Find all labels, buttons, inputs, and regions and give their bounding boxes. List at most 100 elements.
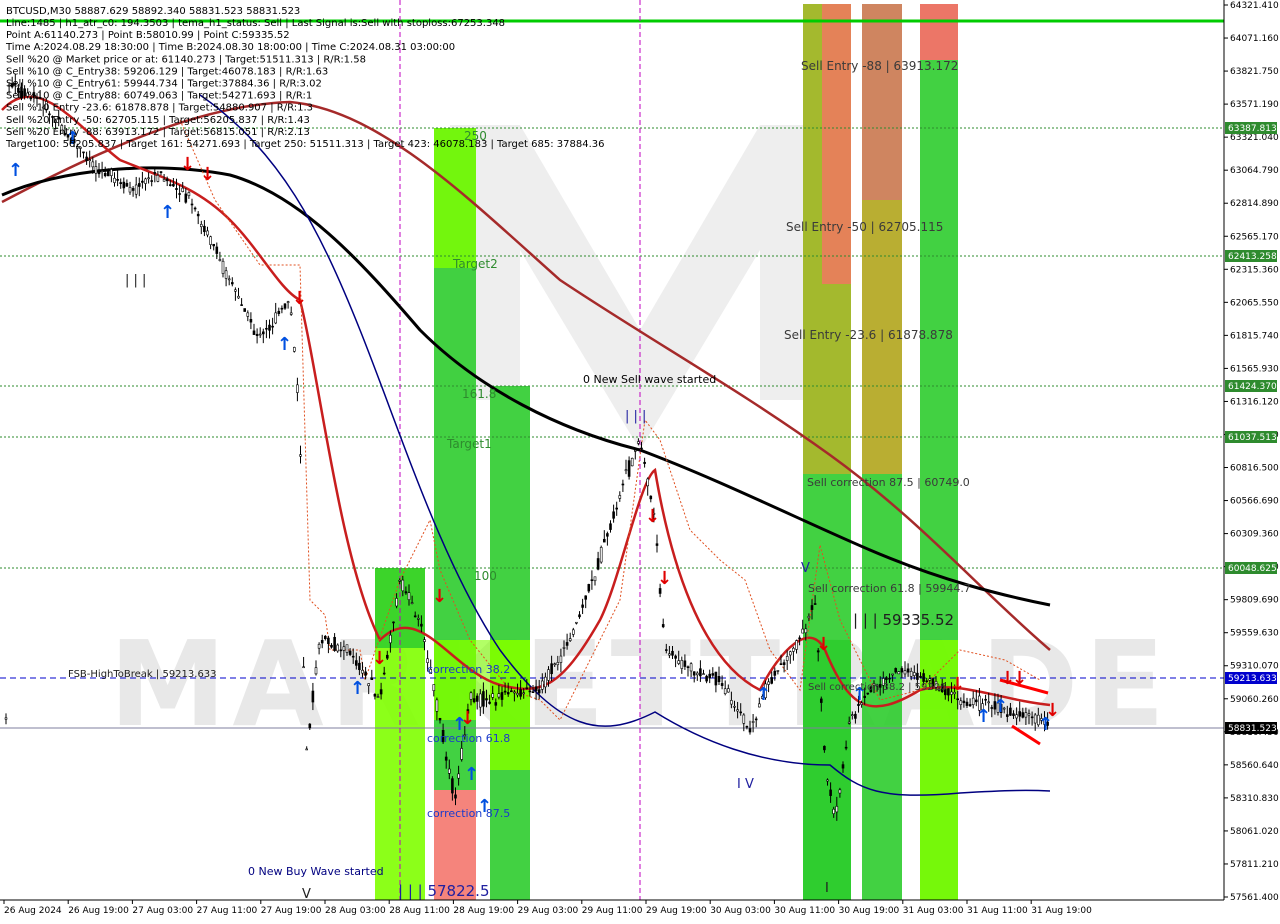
- candle-body: [835, 806, 839, 813]
- price-tick-label: 59310.070: [1230, 662, 1279, 672]
- info-line: Time A:2024.08.29 18:30:00 | Time B:2024…: [5, 42, 455, 53]
- candle-body: [469, 692, 473, 700]
- candle-body: [141, 180, 144, 183]
- candle-body: [398, 580, 402, 582]
- svg-text:↑: ↑: [756, 684, 771, 705]
- candle-body: [252, 330, 256, 335]
- candle-body: [181, 187, 184, 192]
- candle-body: [438, 717, 442, 721]
- candle-body: [103, 173, 107, 177]
- candle-body: [348, 650, 352, 655]
- time-tick-label: 28 Aug 11:00: [389, 906, 450, 916]
- candle-body: [413, 615, 417, 618]
- candle-body: [178, 193, 181, 195]
- badge-current-price: 58831.523: [1228, 724, 1277, 734]
- candle-body: [159, 171, 163, 173]
- candle-body: [807, 616, 811, 619]
- candle-body: [550, 663, 553, 675]
- candle-body: [506, 692, 510, 695]
- candle-body: [485, 698, 488, 701]
- candle-body: [581, 604, 584, 608]
- candle-body: [261, 331, 265, 335]
- chart-canvas[interactable]: MARKETTRADE ↑ ↑ ↑ ↓ ↓ ↑ ↓ ↑ ↓ ↓ ↑ ↑ ↑ ↓ …: [0, 0, 1280, 920]
- candle-body: [736, 709, 739, 712]
- candle-body: [928, 678, 932, 681]
- sell-correction-38-label: Sell correction 38.2 | 59206: [808, 682, 946, 693]
- candle-body: [503, 690, 507, 693]
- candle-body: [906, 668, 910, 673]
- badge-59213: 59213.633: [1228, 674, 1277, 684]
- candle-body: [959, 700, 963, 705]
- candle-body: [110, 169, 113, 176]
- svg-text:↓: ↓: [657, 568, 672, 589]
- candle-body: [785, 656, 789, 661]
- candle-body: [97, 169, 101, 175]
- candle-body: [454, 794, 457, 799]
- new-buy-wave-label: 0 New Buy Wave started: [248, 865, 384, 878]
- trading-chart[interactable]: MARKETTRADE ↑ ↑ ↑ ↓ ↓ ↑ ↓ ↑ ↓ ↓ ↑ ↑ ↑ ↓ …: [0, 0, 1280, 920]
- candle-body: [680, 660, 684, 669]
- candle-body: [150, 180, 153, 182]
- candle-body: [612, 511, 615, 519]
- candle-body: [702, 673, 705, 675]
- candle-body: [643, 461, 646, 464]
- candle-body: [156, 175, 160, 182]
- candle-body: [779, 663, 783, 665]
- candle-body: [556, 662, 560, 666]
- candle-body: [534, 686, 538, 692]
- candle-body: [984, 698, 987, 701]
- candle-body: [850, 714, 854, 716]
- candle-body: [389, 634, 392, 644]
- candle-body: [888, 677, 891, 680]
- time-tick-label: 30 Aug 19:00: [839, 906, 900, 916]
- time-tick-label: 28 Aug 19:00: [453, 906, 514, 916]
- candle-body: [854, 713, 857, 719]
- candle-body: [358, 662, 361, 671]
- candle-body: [296, 384, 299, 393]
- candle-body: [965, 701, 969, 706]
- candle-body: [646, 478, 650, 487]
- price-tick-label: 60309.360: [1230, 530, 1279, 540]
- candle-body: [215, 246, 219, 254]
- candle-body: [336, 644, 340, 652]
- candle-body: [723, 688, 727, 694]
- point-b-label: | | | 57822.5: [398, 882, 490, 900]
- time-tick-label: 29 Aug 11:00: [582, 906, 643, 916]
- candle-body: [798, 637, 801, 640]
- candle-body: [169, 184, 172, 186]
- candle-body: [866, 692, 870, 695]
- candle-body: [237, 295, 240, 299]
- wave-iv-label: I V: [737, 777, 754, 792]
- candle-body: [330, 644, 333, 648]
- candle-body: [823, 745, 826, 751]
- time-tick-label: 27 Aug 11:00: [197, 906, 258, 916]
- candle-body: [559, 655, 563, 663]
- svg-text:↓: ↓: [816, 634, 831, 655]
- candle-body: [829, 789, 832, 796]
- candle-body: [311, 690, 315, 703]
- candle-body: [742, 714, 746, 724]
- candle-body: [903, 670, 907, 675]
- candle-body: [891, 673, 894, 676]
- candle-body: [674, 655, 677, 659]
- candle-body: [271, 325, 274, 328]
- info-line: Line:1485 | h1_atr_c0: 194.3503 | tema_h…: [6, 18, 505, 29]
- candle-body: [367, 683, 371, 687]
- candle-body: [113, 177, 116, 183]
- candle-body: [689, 663, 693, 672]
- info-line: Sell %20 Entry -50: 62705.115 | Target:5…: [6, 115, 310, 126]
- candle-body: [714, 671, 718, 686]
- price-tick-label: 64321.410: [1230, 1, 1279, 11]
- candle-body: [292, 347, 296, 352]
- candle-body: [382, 672, 386, 675]
- fsb-high-label: FSB-HighToBreak | 59213.633: [68, 669, 217, 680]
- candle-body: [661, 624, 665, 628]
- candle-body: [494, 702, 498, 706]
- candle-body: [838, 789, 842, 794]
- candle-body: [345, 644, 349, 653]
- sell-entry-88-label: Sell Entry -88 | 63913.172: [801, 59, 958, 73]
- candle-body: [162, 179, 166, 182]
- price-tick-label: 63064.790: [1230, 166, 1279, 176]
- candle-body: [432, 684, 436, 691]
- svg-text:↑: ↑: [277, 334, 292, 355]
